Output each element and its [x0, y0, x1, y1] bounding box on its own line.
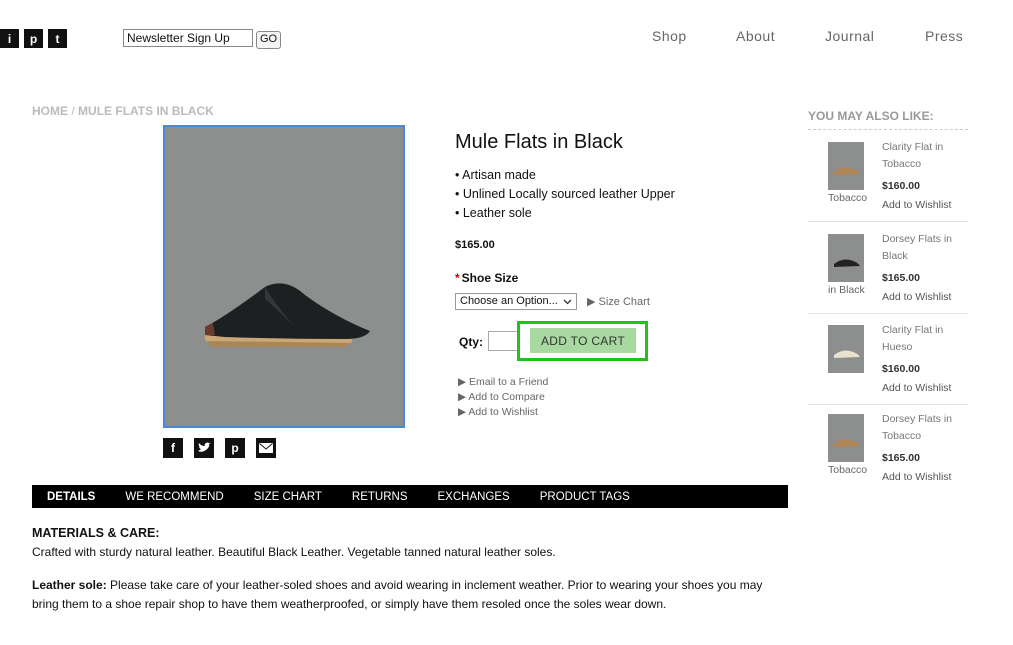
tumblr-glyph: t [55, 31, 60, 46]
sole-care-paragraph: Leather sole: Please take care of your l… [32, 576, 792, 614]
size-chart-link[interactable]: ▶ Size Chart [587, 295, 650, 308]
add-wishlist-label: Add to Wishlist [468, 406, 538, 418]
nav-about[interactable]: About [736, 28, 775, 44]
recommendation-thumbnail[interactable] [828, 234, 864, 282]
add-wishlist-link[interactable]: ▶ Add to Wishlist [458, 405, 548, 420]
tab-we-recommend[interactable]: WE RECOMMEND [125, 491, 223, 503]
recommendation-thumbnail[interactable] [828, 142, 864, 190]
recommendation-name[interactable]: Dorsey Flats in Tobacco [882, 411, 968, 445]
shoe-thumb [834, 439, 860, 447]
sole-label: Leather sole: [32, 578, 107, 592]
recommendation-caption: Tobacco [828, 192, 868, 204]
product-actions: ▶ Email to a Friend ▶ Add to Compare ▶ A… [458, 375, 548, 420]
sole-text: Please take care of your leather-soled s… [32, 578, 763, 611]
product-features: • Artisan made • Unlined Locally sourced… [455, 166, 675, 223]
size-select-value: Choose an Option... [460, 295, 558, 307]
nav-journal[interactable]: Journal [825, 28, 874, 44]
social-icons: i p t [0, 29, 67, 48]
recommendation-wishlist[interactable]: Add to Wishlist [882, 471, 951, 483]
qty-input[interactable] [488, 331, 520, 351]
email-friend-link[interactable]: ▶ Email to a Friend [458, 375, 548, 390]
qty-label: Qty: [459, 335, 483, 349]
triangle-right-icon: ▶ [458, 406, 467, 418]
chevron-down-icon [563, 299, 572, 304]
facebook-icon[interactable]: f [163, 438, 183, 458]
nav-shop[interactable]: Shop [652, 28, 687, 44]
triangle-right-icon: ▶ [458, 376, 467, 388]
breadcrumb-home[interactable]: HOME [32, 104, 68, 118]
recommendation-price: $160.00 [882, 180, 920, 192]
also-like-heading: YOU MAY ALSO LIKE: [808, 109, 968, 130]
shoe-thumb [834, 167, 860, 175]
pinterest-glyph: p [29, 31, 38, 46]
recommendation-wishlist[interactable]: Add to Wishlist [882, 291, 951, 303]
share-icons: f p [163, 438, 276, 458]
product-image[interactable] [163, 125, 405, 428]
size-label: * Shoe Size [455, 271, 518, 285]
tab-size-chart[interactable]: SIZE CHART [254, 491, 322, 503]
recommendation-caption: Tobacco [828, 464, 868, 476]
recommendation-name[interactable]: Clarity Flat in Tobacco [882, 139, 968, 173]
newsletter-input[interactable]: Newsletter Sign Up [123, 29, 253, 47]
recommendation-thumbnail[interactable] [828, 325, 864, 373]
recommendation-item[interactable]: Tobacco Dorsey Flats in Tobacco $165.00 … [808, 404, 968, 493]
nav-press[interactable]: Press [925, 28, 963, 44]
instagram-icon[interactable]: i [0, 29, 19, 48]
recommendation-price: $165.00 [882, 452, 920, 464]
product-tabs: DETAILS WE RECOMMEND SIZE CHART RETURNS … [32, 485, 788, 508]
triangle-right-icon: ▶ [458, 391, 467, 403]
add-to-cart-button[interactable]: ADD TO CART [530, 328, 636, 353]
breadcrumb-separator: / [71, 104, 75, 118]
recommendation-item[interactable]: Tobacco Clarity Flat in Tobacco $160.00 … [808, 132, 968, 222]
tab-exchanges[interactable]: EXCHANGES [438, 491, 510, 503]
tab-details[interactable]: DETAILS [47, 491, 95, 503]
shoe-thumb [834, 350, 860, 358]
twitter-icon[interactable] [194, 438, 214, 458]
pinterest-icon[interactable]: p [225, 438, 245, 458]
breadcrumb: HOME / MULE FLATS IN BLACK [32, 104, 214, 118]
tab-product-tags[interactable]: PRODUCT TAGS [540, 491, 630, 503]
recommendation-item[interactable]: Clarity Flat in Hueso $160.00 Add to Wis… [808, 315, 968, 405]
add-compare-label: Add to Compare [468, 391, 545, 403]
recommendation-wishlist[interactable]: Add to Wishlist [882, 382, 951, 394]
envelope-glyph [259, 443, 273, 453]
care-text: Crafted with sturdy natural leather. Bea… [32, 545, 556, 559]
add-compare-link[interactable]: ▶ Add to Compare [458, 390, 548, 405]
email-friend-label: Email to a Friend [469, 376, 549, 388]
product-price: $165.00 [455, 239, 495, 251]
breadcrumb-current: MULE FLATS IN BLACK [78, 104, 214, 118]
shoe-illustration [165, 127, 403, 426]
recommendation-item[interactable]: in Black Dorsey Flats in Black $165.00 A… [808, 224, 968, 314]
feature-item: • Leather sole [455, 206, 532, 220]
tumblr-icon[interactable]: t [48, 29, 67, 48]
materials-heading: MATERIALS & CARE: [32, 526, 160, 540]
recommendation-price: $160.00 [882, 363, 920, 375]
size-chart-label: Size Chart [598, 296, 650, 308]
twitter-bird [198, 442, 211, 452]
product-title: Mule Flats in Black [455, 131, 623, 153]
instagram-glyph: i [7, 31, 12, 46]
recommendation-thumbnail[interactable] [828, 414, 864, 462]
tab-returns[interactable]: RETURNS [352, 491, 408, 503]
size-label-text: Shoe Size [461, 271, 519, 285]
size-select[interactable]: Choose an Option... [455, 293, 577, 310]
triangle-right-icon: ▶ [587, 296, 596, 308]
recommendation-caption: in Black [828, 284, 865, 296]
shoe-thumb [834, 259, 860, 267]
required-marker: * [455, 271, 460, 285]
pinterest-icon[interactable]: p [24, 29, 43, 48]
recommendation-price: $165.00 [882, 272, 920, 284]
feature-item: • Artisan made [455, 168, 536, 182]
recommendation-name[interactable]: Dorsey Flats in Black [882, 231, 968, 265]
recommendation-name[interactable]: Clarity Flat in Hueso [882, 322, 968, 356]
recommendation-wishlist[interactable]: Add to Wishlist [882, 199, 951, 211]
newsletter-go-button[interactable]: GO [256, 31, 282, 49]
email-icon[interactable] [256, 438, 276, 458]
feature-item: • Unlined Locally sourced leather Upper [455, 187, 675, 201]
